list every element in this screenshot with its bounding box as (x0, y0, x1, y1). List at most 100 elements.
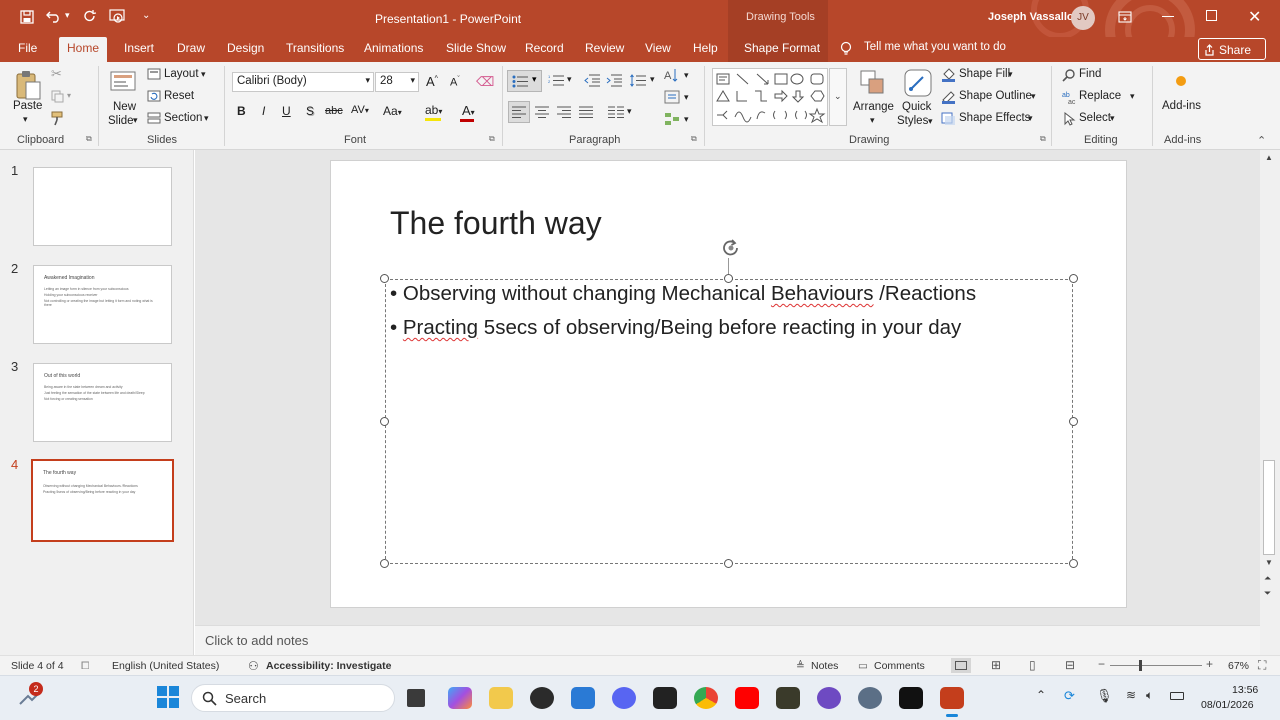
tab-file[interactable]: File (18, 41, 37, 55)
cut-icon[interactable]: ✂ (51, 66, 62, 82)
clock-time[interactable]: 13:56 (1232, 684, 1258, 696)
character-spacing-icon[interactable]: AV▾ (351, 104, 369, 116)
settings-icon[interactable] (858, 687, 882, 709)
shapes-gallery-expand-icon[interactable]: ⌄ (834, 91, 842, 102)
line-spacing-icon[interactable] (630, 74, 646, 87)
customize-qat-icon[interactable]: ⌄ (142, 10, 150, 21)
zoom-level[interactable]: 67% (1228, 660, 1249, 672)
arrange-dropdown-icon[interactable]: ▾ (870, 115, 875, 126)
start-icon[interactable] (157, 686, 179, 713)
quick-styles-icon[interactable] (903, 68, 933, 98)
tab-animations[interactable]: Animations (364, 41, 423, 55)
columns-dropdown-icon[interactable]: ▾ (627, 106, 632, 117)
section-icon[interactable] (147, 112, 161, 124)
layout-dropdown-icon[interactable]: ▾ (201, 69, 206, 80)
increase-indent-icon[interactable] (606, 74, 622, 87)
tab-insert[interactable]: Insert (124, 41, 154, 55)
new-slide-label-2[interactable]: Slide (108, 115, 134, 127)
add-ins-icon[interactable] (1176, 76, 1186, 86)
sync-icon[interactable]: ⟳ (1064, 688, 1075, 704)
reset-button[interactable]: Reset (164, 90, 194, 102)
smartart-dropdown-icon[interactable]: ▾ (684, 114, 689, 125)
resize-handle-left[interactable] (380, 417, 389, 426)
copy-dropdown-icon[interactable]: ▾ (67, 91, 71, 100)
scroll-down-icon[interactable]: ▼ (1265, 558, 1273, 567)
new-slide-label-1[interactable]: New (113, 101, 136, 113)
strikethrough-icon[interactable]: abc (325, 105, 343, 117)
zoom-slider-thumb[interactable] (1139, 660, 1142, 671)
resize-handle-bottom[interactable] (724, 559, 733, 568)
app-icon[interactable] (530, 687, 554, 709)
align-left-button[interactable] (508, 101, 530, 123)
smartart-icon[interactable] (664, 112, 680, 126)
file-explorer-icon[interactable] (489, 687, 513, 709)
align-text-icon[interactable] (664, 90, 680, 104)
language-indicator[interactable]: English (United States) (112, 660, 219, 672)
bullet-item-1[interactable]: • Observing without changing Mechanical … (390, 282, 976, 306)
tab-transitions[interactable]: Transitions (286, 41, 344, 55)
shape-outline-button[interactable]: Shape Outline (959, 90, 1032, 102)
next-slide-icon[interactable]: ⏷ (1264, 588, 1271, 599)
resize-handle-bottom-left[interactable] (380, 559, 389, 568)
bullets-dropdown-icon[interactable]: ▾ (532, 74, 537, 85)
movie-app-icon[interactable] (776, 687, 800, 709)
increase-font-size-icon[interactable]: A^ (426, 74, 438, 89)
notes-toggle[interactable]: Notes (811, 660, 838, 672)
volume-icon[interactable]: 🔈︎ (1146, 688, 1153, 703)
decrease-indent-icon[interactable] (584, 74, 600, 87)
highlight-icon[interactable]: ab▾ (425, 103, 442, 117)
select-button[interactable]: Select (1079, 112, 1111, 124)
font-name-select[interactable]: Calibri (Body) ▾ (232, 72, 374, 92)
bold-icon[interactable]: B (237, 104, 246, 118)
show-hidden-icons-icon[interactable]: ⌃ (1036, 688, 1046, 702)
paragraph-launcher-icon[interactable]: ⧉ (691, 134, 697, 144)
section-dropdown-icon[interactable]: ▾ (204, 113, 209, 124)
shape-effects-dropdown-icon[interactable]: ▾ (1028, 113, 1033, 124)
resize-handle-top[interactable] (724, 274, 733, 283)
tell-me-search[interactable]: Tell me what you want to do (864, 41, 1006, 53)
reading-view-icon[interactable]: ▯ (1029, 658, 1036, 672)
copy-icon[interactable] (50, 89, 64, 103)
rotate-handle-icon[interactable] (720, 238, 742, 263)
align-text-dropdown-icon[interactable]: ▾ (684, 92, 689, 103)
shape-effects-button[interactable]: Shape Effects (959, 112, 1030, 124)
select-dropdown-icon[interactable]: ▾ (1110, 113, 1115, 124)
zoom-out-icon[interactable]: − (1098, 657, 1105, 671)
clock-date[interactable]: 08/01/2026 (1201, 699, 1254, 711)
slide-title[interactable]: The fourth way (390, 205, 602, 242)
layout-button[interactable]: Layout (164, 68, 199, 80)
arrange-icon[interactable] (858, 68, 888, 98)
paste-label[interactable]: Paste (13, 100, 42, 112)
numbering-icon[interactable]: 12 (548, 74, 564, 87)
find-button[interactable]: Find (1079, 68, 1101, 80)
tab-draw[interactable]: Draw (177, 41, 205, 55)
powerpoint-taskbar-icon[interactable] (940, 687, 964, 709)
previous-slide-icon[interactable]: ⏶ (1264, 573, 1271, 584)
outlook-icon[interactable] (571, 687, 595, 709)
resize-handle-top-left[interactable] (380, 274, 389, 283)
quick-styles-label-1[interactable]: Quick (902, 101, 931, 113)
microphone-icon[interactable]: 🎙︎ (1096, 688, 1113, 704)
reset-icon[interactable] (147, 90, 161, 102)
font-launcher-icon[interactable]: ⧉ (489, 134, 495, 144)
bullet-item-2[interactable]: • Practing 5secs of observing/Being befo… (390, 316, 961, 340)
tab-record[interactable]: Record (525, 41, 564, 55)
decrease-font-size-icon[interactable]: Aˇ (450, 76, 460, 89)
scroll-thumb[interactable] (1263, 460, 1275, 555)
vertical-scrollbar[interactable]: ▲ ▼ ⏶ ⏷ (1260, 150, 1280, 655)
discord-icon[interactable] (612, 687, 636, 709)
font-color-icon[interactable]: A▾ (462, 103, 475, 118)
ribbon-display-options-icon[interactable] (1118, 10, 1132, 28)
replace-button[interactable]: Replace (1079, 90, 1121, 102)
shape-fill-icon[interactable] (941, 67, 956, 82)
add-ins-button[interactable]: Add-ins (1162, 100, 1201, 112)
arrange-button[interactable]: Arrange (853, 101, 894, 113)
shape-outline-icon[interactable] (941, 89, 956, 104)
accessibility-status[interactable]: Accessibility: Investigate (266, 660, 391, 672)
paste-icon[interactable] (12, 68, 44, 102)
slide-thumbnail-2[interactable]: Awakened Imagination Letting an image fo… (33, 265, 172, 344)
replace-icon[interactable]: ab ac (1062, 90, 1077, 104)
start-from-beginning-icon[interactable] (109, 9, 127, 30)
find-icon[interactable] (1062, 68, 1076, 82)
tab-help[interactable]: Help (693, 41, 718, 55)
